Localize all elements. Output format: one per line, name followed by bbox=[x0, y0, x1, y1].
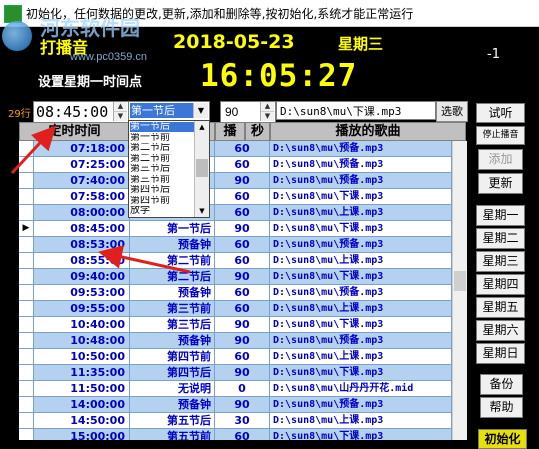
arrow-to-table-row-icon bbox=[98, 245, 191, 274]
annotation-arrows bbox=[10, 125, 191, 274]
arrow-to-time-input-icon bbox=[10, 125, 57, 175]
